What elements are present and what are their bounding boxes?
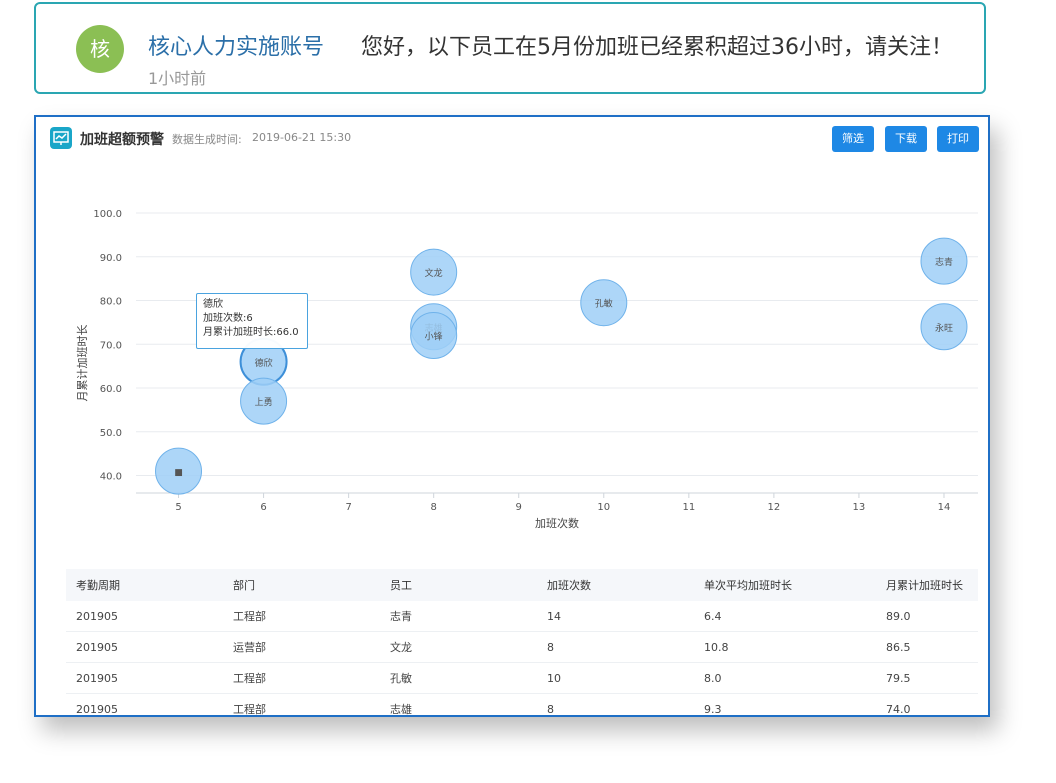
panel-header: 加班超额预警 数据生成时间: 2019-06-21 15:30 筛选 下载 打印	[36, 117, 988, 161]
x-axis-label: 加班次数	[535, 516, 579, 530]
col-header-period: 考勤周期	[66, 569, 223, 601]
tooltip-name: 德欣	[203, 299, 223, 310]
cell-monthly-hours: 89.0	[876, 601, 978, 632]
cell-overtime-count: 10	[537, 662, 694, 694]
cell-employee: 志青	[380, 601, 537, 632]
data-point-label: 德欣	[255, 357, 273, 369]
cell-avg-hours: 8.0	[694, 662, 876, 694]
x-tick-label: 14	[938, 502, 951, 513]
cell-department: 运营部	[223, 631, 380, 663]
cell-period: 201905	[66, 601, 223, 632]
x-tick-label: 11	[682, 502, 695, 513]
notification-card[interactable]: 核 核心人力实施账号 您好，以下员工在5月份加班已经累积超过36小时，请关注！ …	[34, 2, 986, 94]
panel-title: 加班超额预警	[80, 132, 164, 148]
table-row[interactable]: 201905 工程部 志青 14 6.4 89.0	[66, 601, 978, 632]
data-point-label: 上勇	[255, 397, 273, 408]
overtime-bubble-chart: 40.0 50.0 60.0 70.0 80.0 90.0 100.0 5 6 7 8 9 10 11 12…	[76, 209, 978, 530]
y-axis-label: 月累计加班时长	[76, 325, 89, 402]
y-tick-label: 70.0	[100, 340, 122, 351]
data-point-label: 志青	[935, 256, 953, 268]
filter-button[interactable]: 筛选	[832, 126, 874, 152]
download-button[interactable]: 下载	[885, 126, 927, 152]
sender-name[interactable]: 核心人力实施账号	[148, 29, 324, 61]
table-row[interactable]: 201905 工程部 志雄 8 9.3 74.0	[66, 693, 978, 715]
col-header-avg-hours: 单次平均加班时长	[694, 569, 876, 601]
cell-avg-hours: 10.8	[694, 631, 876, 663]
data-point-label: 小锋	[425, 331, 443, 343]
y-tick-label: 80.0	[100, 297, 122, 308]
chart-tooltip: 德欣 加班次数:6 月累计加班时长:66.0	[196, 293, 308, 349]
chart-icon	[50, 127, 72, 149]
cell-employee: 志雄	[380, 693, 537, 715]
cell-monthly-hours: 74.0	[876, 693, 978, 715]
cell-period: 201905	[66, 693, 223, 715]
cell-monthly-hours: 79.5	[876, 662, 978, 694]
notification-time: 1小时前	[148, 69, 207, 88]
cell-avg-hours: 9.3	[694, 693, 876, 715]
col-header-employee: 员工	[380, 569, 537, 601]
table-row[interactable]: 201905 工程部 孔敏 10 8.0 79.5	[66, 662, 978, 694]
generated-time-label: 数据生成时间:	[172, 133, 242, 146]
print-button[interactable]: 打印	[937, 126, 979, 152]
cell-employee: 文龙	[380, 631, 537, 663]
x-tick-label: 8	[430, 502, 436, 513]
cell-overtime-count: 8	[537, 693, 694, 715]
tooltip-hours: 月累计加班时长:66.0	[203, 327, 299, 338]
cell-period: 201905	[66, 631, 223, 663]
col-header-overtime-count: 加班次数	[537, 569, 694, 601]
cell-monthly-hours: 86.5	[876, 631, 978, 663]
cell-period: 201905	[66, 662, 223, 694]
y-tick-label: 50.0	[100, 428, 122, 439]
x-tick-label: 13	[853, 502, 866, 513]
table-row[interactable]: 201905 运营部 文龙 8 10.8 86.5	[66, 631, 978, 663]
tooltip-count: 加班次数:6	[203, 313, 253, 324]
y-tick-label: 100.0	[93, 209, 122, 220]
x-tick-label: 5	[175, 502, 181, 513]
col-header-department: 部门	[223, 569, 380, 601]
col-header-monthly-hours: 月累计加班时长	[876, 569, 978, 601]
cell-avg-hours: 6.4	[694, 601, 876, 632]
y-tick-label: 60.0	[100, 384, 122, 395]
cell-department: 工程部	[223, 662, 380, 694]
overtime-table: 考勤周期 部门 员工 加班次数 单次平均加班时长 月累计加班时长 201905 …	[66, 569, 978, 715]
data-point-label: 孔敏	[595, 298, 613, 310]
x-tick-label: 6	[260, 502, 266, 513]
table-header-row: 考勤周期 部门 员工 加班次数 单次平均加班时长 月累计加班时长	[66, 569, 978, 601]
cell-overtime-count: 14	[537, 601, 694, 632]
cell-department: 工程部	[223, 693, 380, 715]
y-tick-label: 90.0	[100, 253, 122, 264]
data-point-label: 文龙	[425, 267, 443, 279]
x-tick-label: 7	[345, 502, 351, 513]
avatar: 核	[76, 25, 124, 73]
generated-time-value: 2019-06-21 15:30	[252, 131, 352, 144]
cell-employee: 孔敏	[380, 662, 537, 694]
overtime-alert-panel: 加班超额预警 数据生成时间: 2019-06-21 15:30 筛选 下载 打印…	[34, 115, 990, 717]
x-tick-label: 10	[597, 502, 610, 513]
notification-message: 您好，以下员工在5月份加班已经累积超过36小时，请关注！	[361, 35, 953, 60]
x-tick-label: 12	[768, 502, 781, 513]
x-tick-label: 9	[516, 502, 522, 513]
cell-department: 工程部	[223, 601, 380, 632]
data-point-label: ■	[174, 468, 183, 478]
cell-overtime-count: 8	[537, 631, 694, 663]
data-point-label: 永旺	[935, 322, 953, 334]
y-tick-label: 40.0	[100, 472, 122, 483]
